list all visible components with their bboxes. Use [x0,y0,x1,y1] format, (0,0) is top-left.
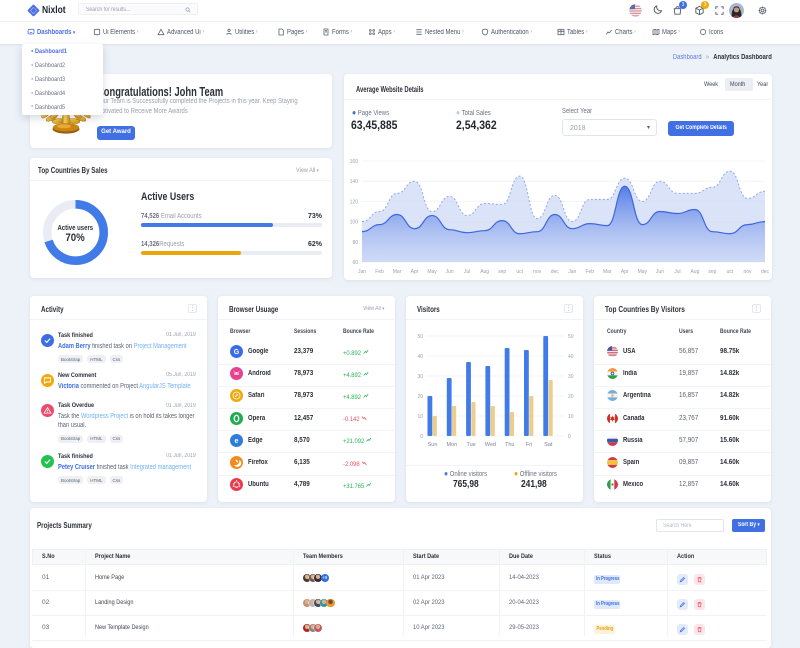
svg-text:20: 20 [417,394,423,400]
svg-text:40: 40 [417,354,423,360]
svg-text:Mar: Mar [393,269,402,275]
svg-text:Feb: Feb [585,269,594,275]
svg-text:Jul: Jul [674,269,680,275]
svg-text:Jan: Jan [568,269,576,275]
svg-text:140: 140 [350,179,359,185]
svg-text:Mon: Mon [446,442,457,448]
svg-text:Feb: Feb [375,269,384,275]
svg-text:G: G [234,349,240,356]
svg-text:60: 60 [352,260,358,266]
svg-text:Apr: Apr [411,269,419,275]
svg-text:0: 0 [420,434,423,440]
svg-text:Aug: Aug [690,269,699,275]
svg-text:Sun: Sun [428,442,438,448]
svg-text:Jul: Jul [464,269,470,275]
svg-text:20: 20 [568,394,574,400]
svg-text:160: 160 [350,159,359,165]
svg-text:May: May [638,269,648,275]
svg-text:nov: nov [533,269,542,275]
svg-text:Jun: Jun [656,269,664,275]
svg-text:100: 100 [350,220,359,226]
svg-text:Tue: Tue [466,442,475,448]
svg-text:0: 0 [568,434,571,440]
svg-text:Jun: Jun [446,269,454,275]
svg-text:50: 50 [417,334,423,340]
svg-text:May: May [427,269,437,275]
svg-text:dec: dec [551,269,560,275]
svg-text:40: 40 [568,354,574,360]
svg-text:Fri: Fri [526,442,532,448]
svg-text:dec: dec [761,269,770,275]
svg-text:uct: uct [516,269,523,275]
svg-text:Jan: Jan [358,269,366,275]
svg-text:30: 30 [417,374,423,380]
svg-text:Apr: Apr [621,269,629,275]
svg-text:Aug: Aug [480,269,489,275]
svg-text:Wed: Wed [485,442,496,448]
svg-text:uct: uct [727,269,734,275]
svg-text:120: 120 [350,199,359,205]
svg-text:50: 50 [568,334,574,340]
svg-text:Mar: Mar [603,269,612,275]
svg-text:sep: sep [708,269,716,275]
svg-text:e: e [235,438,239,445]
svg-text:10: 10 [417,414,423,420]
svg-text:10: 10 [568,414,574,420]
svg-text:sep: sep [498,269,506,275]
svg-text:Thu: Thu [505,442,514,448]
svg-text:nov: nov [743,269,752,275]
svg-text:30: 30 [568,374,574,380]
svg-text:80: 80 [352,240,358,246]
svg-text:Sat: Sat [544,442,553,448]
